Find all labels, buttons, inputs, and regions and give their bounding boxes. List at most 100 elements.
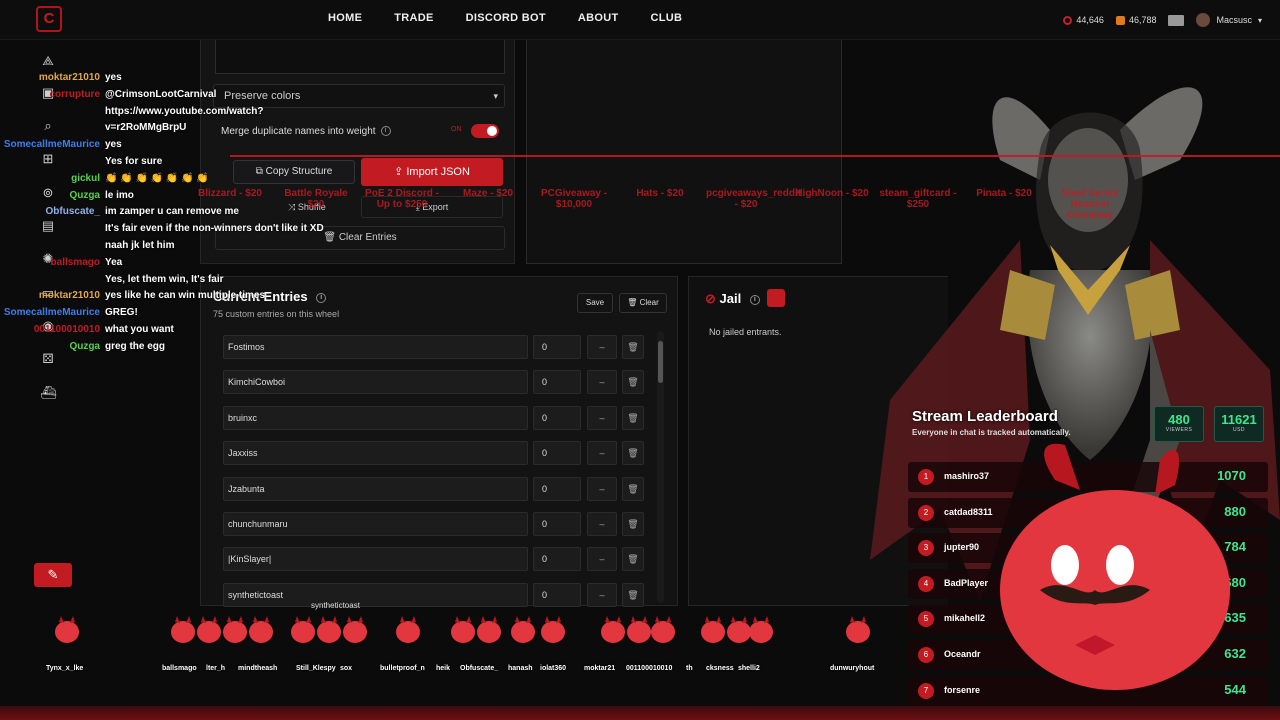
entry-name-input[interactable]: synthetictoast [223, 582, 528, 607]
trash-icon[interactable]: 🗑 [622, 405, 644, 430]
scrollbar-thumb[interactable] [658, 341, 663, 383]
chat-message: v=r2RoMMgBrpU [105, 122, 187, 134]
decrement-button[interactable]: – [587, 511, 617, 536]
chat-username[interactable]: Quzga [69, 190, 100, 201]
chat-message: yes [105, 72, 122, 83]
clear-button[interactable]: 🗑 Clear [619, 293, 667, 313]
info-icon[interactable]: i [749, 294, 760, 305]
entry-list: Fostimos 0– 🗑 KimchiCowboi 0– 🗑 bruinxc 0– 🗑 J… [223, 333, 647, 607]
decrement-button[interactable]: – [587, 335, 617, 359]
nav-club[interactable]: CLUB [635, 0, 699, 40]
entry-name-input[interactable]: |KinSlayer| [223, 547, 528, 572]
strip-username: mindtheash [238, 665, 278, 672]
chat-overlay: moktar21010 yes corrupture @CrimsonLootCarn… [0, 72, 330, 358]
balance-stat-1: 44,646 [1063, 15, 1104, 25]
entry-weight-input[interactable]: 0 [533, 335, 581, 359]
trash-icon[interactable]: 🗑 [622, 547, 644, 572]
decrement-button[interactable]: – [587, 476, 617, 501]
strip-username: ballsmago [162, 665, 197, 672]
entry-row: chunchunmaru 0– 🗑 [223, 510, 647, 545]
mini-mascot [249, 616, 273, 643]
trash-icon[interactable]: 🗑 [622, 582, 644, 607]
entry-name-input[interactable]: KimchiCowboi [223, 370, 528, 395]
ship-icon[interactable]: ⛴ [40, 385, 57, 401]
trash-icon[interactable]: 🗑 [622, 511, 644, 536]
decrement-button[interactable]: – [587, 582, 617, 607]
chat-message: Yes, let them win, It's fair [105, 273, 224, 285]
nav-about[interactable]: ABOUT [562, 0, 635, 40]
chat-username[interactable]: Quzga [69, 341, 100, 352]
chat-username[interactable]: SomecallmeMaurice [4, 307, 100, 318]
site-logo[interactable]: C [36, 6, 62, 32]
entry-weight-input[interactable]: 0 [533, 582, 581, 607]
entry-name-input[interactable]: chunchunmaru [223, 511, 528, 536]
chat-username[interactable]: SomecallmeMaurice [4, 139, 100, 150]
chat-username[interactable]: ballsmago [51, 257, 100, 268]
info-icon[interactable]: i [380, 126, 391, 137]
entry-weight-input[interactable]: 0 [533, 547, 581, 572]
entry-weight-input[interactable]: 0 [533, 476, 581, 501]
chat-line: moktar21010 yes [0, 72, 330, 89]
decrement-button[interactable]: – [587, 370, 617, 395]
user-menu[interactable]: Macsusc ▾ [1196, 13, 1262, 27]
leaderboard-name: mikahell2 [944, 613, 986, 624]
strip-username: bulletproof_n [380, 665, 425, 672]
nav-home[interactable]: HOME [312, 0, 378, 40]
entry-row: Jaxxiss 0– 🗑 [223, 439, 647, 474]
chat-line: v=r2RoMMgBrpU [0, 122, 330, 139]
mini-mascot [451, 616, 475, 643]
nav-trade[interactable]: TRADE [378, 0, 449, 40]
usd-label: USD [1232, 427, 1246, 433]
current-spin-name: synthetictoast [311, 601, 360, 610]
trash-icon[interactable]: 🗑 [622, 476, 644, 501]
chat-username[interactable]: corrupture [49, 89, 100, 100]
ticker-item: steam_giftcard - $250 [879, 188, 957, 210]
merge-duplicates-toggle[interactable] [471, 124, 499, 138]
chat-message: greg the egg [105, 340, 166, 352]
chat-username[interactable]: moktar21010 [39, 290, 100, 301]
mini-mascot [291, 616, 315, 643]
chat-message: https://www.youtube.com/watch? [105, 105, 264, 117]
entries-scrollbar[interactable] [657, 331, 664, 603]
entry-name-input[interactable]: Jaxxiss [223, 441, 528, 466]
share-icon[interactable]: ⟁ [40, 53, 56, 69]
entry-name-input[interactable]: bruinxc [223, 405, 528, 430]
strip-username: Tynx_x_lke [46, 665, 84, 672]
gem-icon [1115, 15, 1125, 25]
leaderboard-name: BadPlayer [944, 577, 989, 588]
chat-username[interactable]: Obfuscate_ [46, 206, 100, 217]
nav-discord-bot[interactable]: DISCORD BOT [450, 0, 562, 40]
chat-line: Obfuscate_ im zamper u can remove me [0, 206, 330, 223]
entry-weight-input[interactable]: 0 [533, 511, 581, 536]
save-button[interactable]: Save [577, 293, 613, 313]
decrement-button[interactable]: – [587, 547, 617, 572]
wheel-ticker: Blizzard - $20 Battle Royale $20 PoE 2 D… [190, 188, 1170, 228]
leaderboard-name: Oceandr [944, 649, 981, 659]
strip-username: lter_h [206, 665, 226, 672]
leaderboard-name: mashiro37 [944, 471, 990, 481]
ticker-item: PoE 2 Discord - Up to $250 [365, 188, 439, 210]
strip-username: moktar21 [584, 665, 616, 672]
decrement-button[interactable]: – [587, 441, 617, 466]
leaderboard-name: jupter90 [944, 542, 980, 553]
trash-icon[interactable]: 🗑 [622, 370, 644, 395]
chat-username[interactable]: moktar21010 [39, 72, 100, 83]
chat-username[interactable]: gickul [71, 173, 100, 184]
entries-textarea[interactable] [215, 40, 505, 74]
import-json-button[interactable]: ⇪ Import JSON [361, 158, 503, 186]
entry-weight-input[interactable]: 0 [533, 370, 581, 395]
chat-username[interactable]: 001100010010 [34, 324, 100, 335]
ticker-item: Steel Series Headset Giveaway [1061, 188, 1119, 221]
entry-weight-input[interactable]: 0 [533, 441, 581, 466]
viewers-label: VIEWERS [1165, 427, 1193, 433]
trash-icon[interactable]: 🗑 [622, 335, 644, 359]
entry-weight-input[interactable]: 0 [533, 405, 581, 430]
wand-button[interactable]: ✎ [34, 563, 72, 587]
entry-row: |KinSlayer| 0– 🗑 [223, 545, 647, 580]
strip-username: dunwuryhout [830, 665, 875, 672]
entry-name-input[interactable]: Jzabunta [223, 476, 528, 501]
viewers-value: 480 [1168, 412, 1190, 427]
mail-icon[interactable] [1168, 14, 1185, 26]
decrement-button[interactable]: – [587, 405, 617, 430]
trash-icon[interactable]: 🗑 [622, 441, 644, 466]
